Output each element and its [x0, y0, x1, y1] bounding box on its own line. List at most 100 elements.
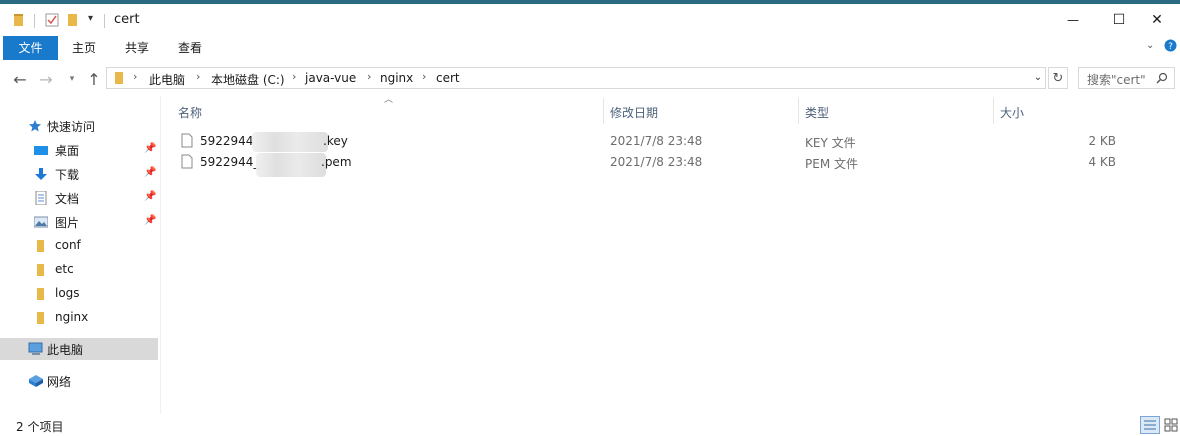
nav-item-folder[interactable]: nginx [0, 307, 158, 329]
folder-icon [34, 263, 48, 277]
pin-icon[interactable]: 📌 [144, 215, 156, 226]
column-header-name[interactable]: 名称 [178, 104, 202, 126]
file-name-end: .pem [321, 155, 352, 169]
tab-view[interactable]: 查看 [170, 36, 210, 60]
item-count: 2 个项目 [16, 420, 64, 434]
close-icon: ✕ [1151, 12, 1163, 28]
details-view-button[interactable] [1140, 416, 1160, 434]
nav-item-downloads[interactable]: 下载 📌 [0, 163, 158, 185]
address-bar[interactable]: › 此电脑 › 本地磁盘 (C:) › java-vue › nginx › c… [106, 67, 1046, 89]
nav-quick-access[interactable]: 快速访问 [0, 115, 158, 137]
nav-label: 网络 [47, 375, 72, 389]
pane-divider[interactable] [160, 96, 161, 414]
breadcrumb-nginx[interactable]: nginx [380, 71, 413, 85]
chevron-down-icon: ▾ [69, 74, 75, 84]
nav-item-folder[interactable]: etc [0, 259, 158, 281]
address-history-button[interactable]: ⌄ [1030, 67, 1046, 87]
file-row[interactable]: 5922944_ .pem 2021/7/8 23:48 PEM 文件 4 KB [176, 152, 1126, 177]
file-type: KEY 文件 [805, 136, 856, 150]
customize-quick-access-icon[interactable]: ▾ [88, 13, 93, 24]
folder-icon [34, 311, 48, 325]
recent-locations-button[interactable]: ▾ [62, 69, 82, 89]
properties-icon[interactable] [44, 12, 60, 31]
up-button[interactable]: ↑ [84, 69, 104, 89]
breadcrumb-this-pc[interactable]: 此电脑 [149, 71, 185, 88]
file-row[interactable]: 5922944 .key 2021/7/8 23:48 KEY 文件 2 KB [176, 131, 1126, 152]
search-icon [1156, 72, 1168, 87]
back-arrow-icon: ← [13, 69, 27, 89]
file-size: 2 KB [1088, 134, 1116, 148]
back-button[interactable]: ← [10, 69, 30, 89]
ribbon-tabs: 文件 主页 共享 查看 ⌄ ? [0, 36, 1180, 60]
forward-arrow-icon: → [39, 69, 53, 89]
refresh-button[interactable]: ↻ [1048, 67, 1068, 89]
up-arrow-icon: ↑ [87, 69, 101, 89]
sort-ascending-icon: ︿ [384, 95, 394, 105]
tab-home[interactable]: 主页 [64, 36, 104, 60]
column-header-type[interactable]: 类型 [805, 104, 829, 126]
pin-icon[interactable]: 📌 [144, 143, 156, 154]
nav-item-folder[interactable]: logs [0, 283, 158, 305]
column-separator[interactable] [798, 98, 799, 124]
nav-label: conf [55, 238, 81, 252]
pin-icon[interactable]: 📌 [144, 191, 156, 202]
nav-item-documents[interactable]: 文档 📌 [0, 187, 158, 209]
help-icon[interactable]: ? [1164, 39, 1177, 55]
nav-label: 文档 [55, 192, 80, 206]
nav-item-folder[interactable]: conf [0, 235, 158, 257]
new-folder-icon[interactable] [66, 12, 80, 31]
nav-label: etc [55, 262, 74, 276]
network-icon [28, 374, 43, 388]
title-bar: ▾ cert — ☐ ✕ [0, 4, 1180, 36]
minimize-button[interactable]: — [1050, 4, 1096, 36]
file-icon [181, 133, 193, 151]
breadcrumb-cert[interactable]: cert [436, 71, 460, 85]
breadcrumb-separator-icon: › [133, 70, 138, 83]
column-separator[interactable] [993, 98, 994, 124]
large-icons-view-button[interactable] [1162, 416, 1180, 434]
status-bar: 2 个项目 [0, 412, 1180, 434]
tab-file[interactable]: 文件 [3, 36, 58, 60]
tab-share[interactable]: 共享 [117, 36, 157, 60]
breadcrumb-local-disk[interactable]: 本地磁盘 (C:) [211, 71, 285, 88]
breadcrumb-separator-icon: › [422, 70, 427, 83]
file-type: PEM 文件 [805, 157, 858, 171]
nav-item-network[interactable]: 网络 [0, 370, 158, 392]
documents-icon [34, 190, 48, 206]
breadcrumb-separator-icon: › [196, 70, 201, 83]
file-modified: 2021/7/8 23:48 [610, 155, 703, 169]
nav-item-desktop[interactable]: 桌面 📌 [0, 139, 158, 161]
column-separator[interactable] [603, 98, 604, 124]
file-name-end: .key [323, 134, 348, 148]
large-icons-view-icon [1162, 418, 1180, 435]
column-header-modified[interactable]: 修改日期 [610, 104, 658, 126]
pictures-icon [33, 215, 49, 229]
svg-text:?: ? [1168, 42, 1173, 52]
search-box[interactable]: 搜索"cert" [1078, 67, 1175, 89]
file-icon [181, 154, 193, 172]
search-placeholder: 搜索"cert" [1087, 73, 1146, 87]
folder-icon [34, 239, 48, 253]
chevron-down-icon: ⌄ [1033, 71, 1043, 83]
breadcrumb-java-vue[interactable]: java-vue [305, 71, 356, 85]
nav-label: 此电脑 [47, 343, 84, 357]
redacted-filename [252, 132, 328, 152]
forward-button[interactable]: → [36, 69, 56, 89]
refresh-icon: ↻ [1052, 70, 1064, 86]
pin-icon[interactable]: 📌 [144, 167, 156, 178]
nav-item-this-pc[interactable]: 此电脑 [0, 338, 158, 360]
nav-label: 下载 [55, 168, 80, 182]
column-header-size[interactable]: 大小 [1000, 104, 1024, 126]
redacted-filename [256, 153, 326, 177]
nav-item-pictures[interactable]: 图片 📌 [0, 211, 158, 233]
maximize-icon: ☐ [1112, 12, 1126, 28]
nav-label: nginx [55, 310, 89, 324]
file-modified: 2021/7/8 23:48 [610, 134, 703, 148]
folder-icon [34, 287, 48, 301]
expand-ribbon-icon[interactable]: ⌄ [1146, 40, 1154, 51]
breadcrumb-separator-icon: › [292, 70, 297, 83]
title-separator [104, 14, 105, 28]
breadcrumb-separator-icon: › [367, 70, 372, 83]
close-button[interactable]: ✕ [1134, 4, 1180, 36]
folder-icon [113, 71, 125, 88]
